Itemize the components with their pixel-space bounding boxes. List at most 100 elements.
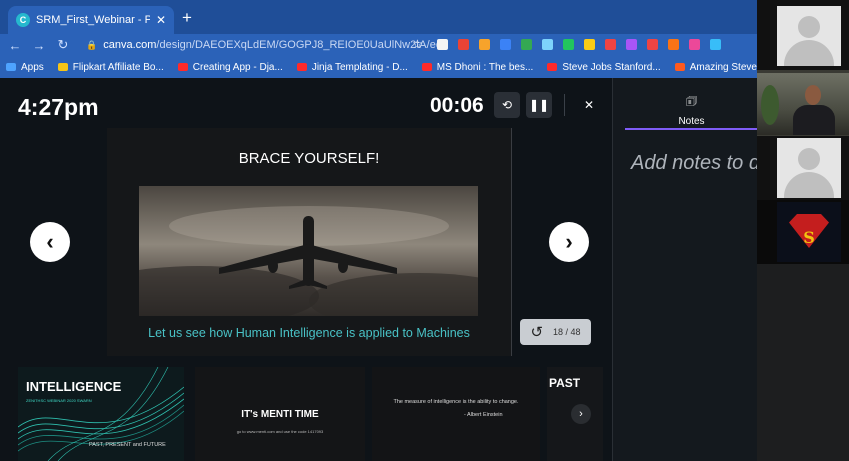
bookmark-label: Steve Jobs Stanford... [562, 61, 661, 73]
extension-icon[interactable] [542, 39, 553, 50]
slide-counter: 18 / 48 [553, 327, 581, 337]
thumbnail-slide[interactable]: IT's MENTI TIME go to www.menti.com and … [195, 367, 365, 461]
reset-timer-button[interactable]: ⟲ [494, 92, 520, 118]
extension-icon[interactable] [584, 39, 595, 50]
reload-icon[interactable]: ↻ [54, 37, 72, 53]
previous-slide-button[interactable]: ‹ [30, 222, 70, 262]
notes-panel: 🗊 Notes Add notes to design [612, 78, 808, 461]
airplane-image [139, 186, 478, 316]
thumbnail-slide[interactable]: The measure of intelligence is the abili… [372, 367, 540, 461]
close-icon: ✕ [583, 98, 595, 112]
participant-video [757, 70, 849, 136]
youtube-icon [296, 63, 307, 71]
url-field[interactable]: 🔒 canva.com/design/DAEOEXqLdEM/GOGPJ8_RE… [86, 36, 447, 54]
airplane-graphic [139, 206, 478, 316]
lock-icon: 🔒 [86, 39, 98, 50]
bookmark-item[interactable]: Apps [6, 62, 44, 73]
bookmark-item[interactable]: Jinja Templating - D... [296, 61, 408, 73]
avatar [777, 138, 841, 198]
bookmark-item[interactable]: Flipkart Affiliate Bo... [57, 61, 164, 73]
extension-icon[interactable] [479, 39, 490, 50]
chevron-right-icon: › [565, 229, 573, 254]
pause-icon: ❚❚ [528, 98, 550, 112]
bookmark-label: MS Dhoni : The bes... [436, 61, 534, 73]
youtube-icon [177, 63, 188, 71]
notes-tab-label: Notes [678, 116, 705, 127]
current-slide: BRACE YOURSELF! Let us see how Human Int… [107, 128, 512, 356]
current-time: 4:27pm [18, 94, 99, 120]
participant-video: S [757, 200, 849, 264]
plant-graphic [761, 85, 779, 125]
address-bar: ← → ↻ 🔒 canva.com/design/DAEOEXqLdEM/GOG… [0, 34, 757, 56]
forward-icon[interactable]: → [30, 38, 48, 53]
history-icon: ⟲ [501, 98, 513, 112]
tab-notes[interactable]: 🗊 Notes [625, 92, 758, 130]
avatar [777, 6, 841, 66]
bookmark-label: Flipkart Affiliate Bo... [72, 61, 164, 73]
chevron-right-icon: › [579, 408, 583, 420]
new-tab-icon[interactable]: + [182, 8, 192, 28]
divider [564, 94, 565, 116]
presentation-timer: 00:06 [430, 94, 484, 117]
bookmark-item[interactable]: MS Dhoni : The bes... [421, 61, 534, 73]
extension-icon[interactable] [647, 39, 658, 50]
youtube-icon [421, 63, 432, 71]
extension-icon[interactable] [500, 39, 511, 50]
person-icon [798, 148, 820, 170]
bookmark-item[interactable]: Creating App - Dja... [177, 61, 283, 73]
bookmark-item[interactable]: Steve Jobs Stanford... [547, 61, 661, 73]
face-graphic [805, 85, 821, 105]
tab-title: SRM_First_Webinar - Presentatio [36, 14, 150, 26]
thumbnail-title: PAST [549, 376, 581, 390]
pause-button[interactable]: ❚❚ [526, 92, 552, 118]
close-tab-icon[interactable]: ✕ [156, 13, 166, 27]
slide-counter-button[interactable]: ↺ 18 / 48 [520, 319, 591, 345]
superman-logo-icon: S [789, 214, 829, 248]
person-icon [798, 16, 820, 38]
thumbnail-title: IT's MENTI TIME [241, 409, 319, 420]
back-icon[interactable]: ← [6, 38, 24, 53]
restart-icon: ↺ [530, 324, 544, 341]
extension-icon[interactable] [437, 39, 448, 50]
extension-icon[interactable] [521, 39, 532, 50]
browser-tab-bar: C SRM_First_Webinar - Presentatio ✕ + [0, 0, 757, 34]
url-path: /design/DAEOEXqLdEM/GOGPJ8_REIOE0UaUlNw2… [156, 39, 448, 51]
thumbnail-quote: The measure of intelligence is the abili… [393, 399, 519, 405]
browser-tab[interactable]: C SRM_First_Webinar - Presentatio ✕ [8, 6, 174, 34]
superman-avatar: S [777, 202, 841, 262]
extension-icon[interactable] [458, 39, 469, 50]
thumbnails-next-button[interactable]: › [571, 404, 591, 424]
notes-input[interactable]: Add notes to design [631, 150, 808, 176]
participant-video [757, 136, 849, 200]
body-graphic [793, 105, 835, 135]
participants-empty-area [757, 264, 849, 461]
next-slide-button[interactable]: › [549, 222, 589, 262]
bookmark-label: Apps [21, 61, 44, 73]
extension-icon[interactable] [710, 39, 721, 50]
extension-icon[interactable] [626, 39, 637, 50]
slide-title: BRACE YOURSELF! [238, 150, 380, 167]
extension-icon[interactable] [563, 39, 574, 50]
apps-grid-icon [6, 63, 16, 71]
thumbnail-slide[interactable]: INTELLIGENCE ZENITHSC WEBINAR 2020 SWARN… [18, 367, 184, 461]
webcam-feed [757, 73, 849, 135]
slide-caption: Let us see how Human Intelligence is app… [148, 326, 470, 340]
bookmark-star-icon[interactable]: ☆ [412, 37, 423, 51]
canva-favicon-icon: C [16, 13, 30, 27]
thumbnail-footer: PAST, PRESENT and FUTURE [89, 442, 166, 448]
thumbnail-title: INTELLIGENCE [26, 379, 122, 394]
extension-icon[interactable] [605, 39, 616, 50]
youtube-icon [547, 63, 558, 71]
bookmark-label: Jinja Templating - D... [311, 61, 408, 73]
chevron-left-icon: ‹ [46, 229, 54, 254]
bookmark-label: Creating App - Dja... [192, 61, 283, 73]
thumbnail-slide[interactable]: PAST › [547, 367, 603, 461]
acrobat-icon [674, 63, 685, 71]
close-presenter-button[interactable]: ✕ [576, 92, 602, 118]
flipkart-icon [57, 63, 68, 71]
extension-icon[interactable] [689, 39, 700, 50]
extension-icon[interactable] [668, 39, 679, 50]
thumbnail-author: - Albert Einstein [464, 412, 503, 418]
slide-thumbnails: INTELLIGENCE ZENITHSC WEBINAR 2020 SWARN… [0, 367, 612, 461]
notes-icon: 🗊 [685, 94, 698, 108]
